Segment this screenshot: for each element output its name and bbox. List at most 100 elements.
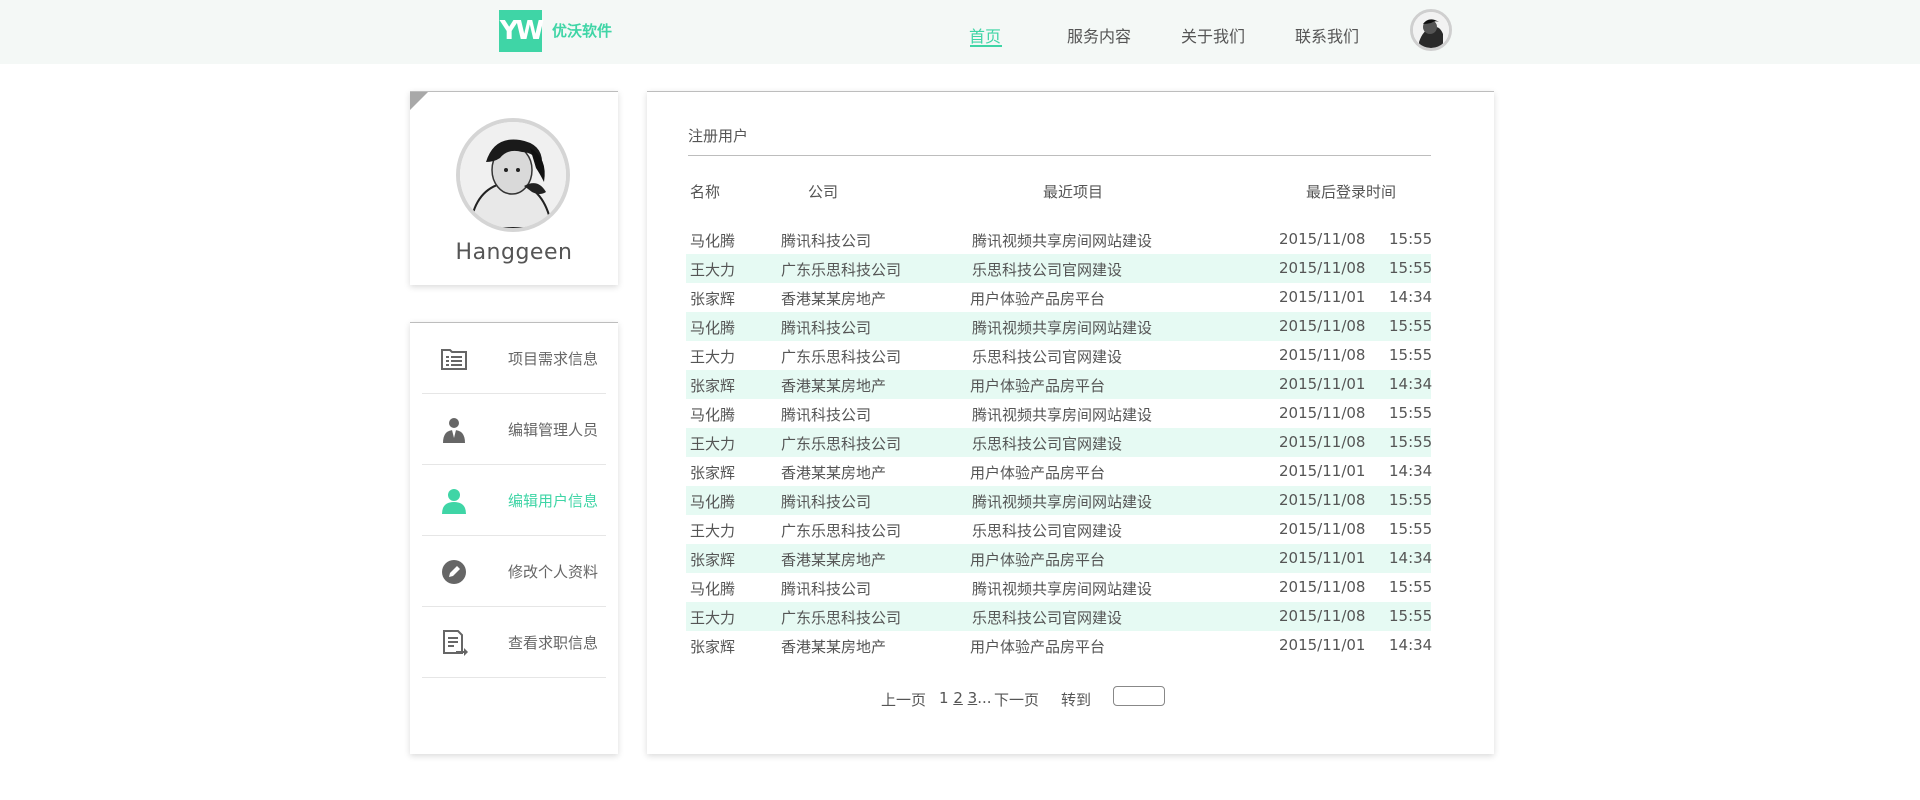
goto-label: 转到 [1061,691,1092,709]
cell-name: 马化腾 [690,580,736,598]
sidebar-item-edit-profile[interactable]: 修改个人资料 [422,536,606,607]
cell-date: 2015/11/08 [1279,317,1366,335]
cell-time: 14:34 [1389,375,1433,393]
nav-services[interactable]: 服务内容 [1067,23,1131,47]
cell-name: 马化腾 [690,319,736,337]
table-row[interactable]: 张家辉 香港某某房地产 用户体验产品房平台 2015/11/01 14:34 [686,370,1433,399]
cell-company: 腾讯科技公司 [781,232,872,250]
cell-date: 2015/11/08 [1279,346,1366,364]
cell-name: 张家辉 [690,290,736,308]
cell-company: 香港某某房地产 [781,551,887,569]
cell-date: 2015/11/01 [1279,462,1366,480]
cell-project: 用户体验产品房平台 [970,464,1106,482]
page-link-2[interactable]: 2 [953,689,963,707]
table-row[interactable]: 张家辉 香港某某房地产 用户体验产品房平台 2015/11/01 14:34 [686,283,1433,312]
nav-about[interactable]: 关于我们 [1181,23,1245,47]
cell-name: 张家辉 [690,377,736,395]
cell-time: 14:34 [1389,549,1433,567]
section-divider [688,155,1431,156]
sidebar-item-label: 编辑用户信息 [508,492,599,510]
cell-name: 张家辉 [690,464,736,482]
cell-name: 马化腾 [690,493,736,511]
profile-avatar[interactable] [456,118,570,232]
next-page-link[interactable]: 下一页 [994,689,1039,710]
table-row[interactable]: 王大力 广东乐思科技公司 乐思科技公司官网建设 2015/11/08 15:55 [686,341,1433,370]
profile-name: Hanggeen [455,240,573,265]
cell-date: 2015/11/01 [1279,288,1366,306]
user-icon [442,489,466,514]
cell-date: 2015/11/01 [1279,549,1366,567]
side-menu: 项目需求信息 编辑管理人员 编辑用户信息 修改个人资料 查看求职信息 [410,322,618,754]
logo-mark[interactable]: YW [499,10,544,52]
cell-company: 香港某某房地产 [781,638,887,656]
column-header-project: 最近项目 [1043,183,1104,201]
cell-project: 乐思科技公司官网建设 [972,261,1123,279]
card-corner-decoration [410,92,428,110]
cell-date: 2015/11/08 [1279,404,1366,422]
nav-contact[interactable]: 联系我们 [1295,23,1359,47]
cell-project: 腾讯视频共享房间网站建设 [972,232,1153,250]
sidebar-item-edit-users[interactable]: 编辑用户信息 [422,465,606,536]
cell-time: 15:55 [1389,491,1433,509]
cell-date: 2015/11/01 [1279,375,1366,393]
cell-project: 腾讯视频共享房间网站建设 [972,580,1153,598]
cell-project: 腾讯视频共享房间网站建设 [972,493,1153,511]
logo-text[interactable]: 优沃软件 [552,20,612,41]
cell-name: 马化腾 [690,232,736,250]
table-row[interactable]: 王大力 广东乐思科技公司 乐思科技公司官网建设 2015/11/08 15:55 [686,515,1432,544]
column-header-last-login: 最后登录时间 [1306,183,1397,201]
goto-page-input[interactable] [1113,686,1165,706]
cell-project: 用户体验产品房平台 [970,377,1106,395]
table-row[interactable]: 王大力 广东乐思科技公司 乐思科技公司官网建设 2015/11/08 15:55 [686,254,1433,283]
cell-company: 香港某某房地产 [781,464,887,482]
cell-time: 15:55 [1389,404,1433,422]
cell-date: 2015/11/08 [1279,230,1366,248]
page-link-3[interactable]: 3 [968,689,978,707]
user-avatar[interactable] [1410,9,1452,51]
table-row[interactable]: 马化腾 腾讯科技公司 腾讯视频共享房间网站建设 2015/11/08 15:55 [686,225,1432,254]
table-row[interactable]: 张家辉 香港某某房地产 用户体验产品房平台 2015/11/01 14:34 [686,631,1432,660]
cell-company: 广东乐思科技公司 [781,609,902,627]
cell-date: 2015/11/01 [1279,636,1366,654]
cell-time: 15:55 [1389,346,1433,364]
table-row[interactable]: 马化腾 腾讯科技公司 腾讯视频共享房间网站建设 2015/11/08 15:55 [686,573,1432,602]
sidebar-item-project-requirements[interactable]: 项目需求信息 [422,323,606,394]
cell-company: 香港某某房地产 [781,290,887,308]
table-row[interactable]: 马化腾 腾讯科技公司 腾讯视频共享房间网站建设 2015/11/08 15:55 [686,486,1433,515]
cell-project: 用户体验产品房平台 [970,638,1106,656]
table-row[interactable]: 张家辉 香港某某房地产 用户体验产品房平台 2015/11/01 14:34 [686,544,1433,573]
sidebar-item-label: 查看求职信息 [508,634,599,652]
cell-company: 腾讯科技公司 [781,580,872,598]
cell-time: 15:55 [1389,433,1433,451]
nav-home[interactable]: 首页 [969,23,1001,47]
cell-company: 腾讯科技公司 [781,493,872,511]
prev-page-link[interactable]: 上一页 [881,689,926,710]
page-link-1[interactable]: 1 [939,689,949,707]
cell-company: 广东乐思科技公司 [781,261,902,279]
cell-name: 张家辉 [690,551,736,569]
nav-active-underline [970,45,1002,47]
cell-project: 乐思科技公司官网建设 [972,609,1123,627]
cell-time: 14:34 [1389,288,1433,306]
cell-date: 2015/11/08 [1279,491,1366,509]
cell-project: 乐思科技公司官网建设 [972,348,1123,366]
cell-time: 14:34 [1389,462,1433,480]
table-row[interactable]: 张家辉 香港某某房地产 用户体验产品房平台 2015/11/01 14:34 [686,457,1433,486]
edit-icon [442,560,466,584]
cell-company: 广东乐思科技公司 [781,522,902,540]
cell-time: 15:55 [1389,607,1433,625]
table-row[interactable]: 王大力 广东乐思科技公司 乐思科技公司官网建设 2015/11/08 15:55 [686,428,1433,457]
table-row[interactable]: 马化腾 腾讯科技公司 腾讯视频共享房间网站建设 2015/11/08 15:55 [686,399,1433,428]
cell-date: 2015/11/08 [1279,520,1366,538]
table-row[interactable]: 王大力 广东乐思科技公司 乐思科技公司官网建设 2015/11/08 15:55 [686,602,1433,631]
cell-time: 15:55 [1389,259,1433,277]
sidebar-item-edit-admins[interactable]: 编辑管理人员 [422,394,606,465]
table-row[interactable]: 马化腾 腾讯科技公司 腾讯视频共享房间网站建设 2015/11/08 15:55 [686,312,1432,341]
cell-project: 乐思科技公司官网建设 [972,435,1123,453]
cell-name: 张家辉 [690,638,736,656]
cell-project: 腾讯视频共享房间网站建设 [972,406,1153,424]
registered-users-panel: 注册用户 名称 公司 最近项目 最后登录时间 马化腾 腾讯科技公司 腾讯视频共享房间… [647,91,1494,754]
profile-card: Hanggeen [410,91,618,285]
list-icon [441,349,467,370]
sidebar-item-job-info[interactable]: 查看求职信息 [422,607,606,678]
